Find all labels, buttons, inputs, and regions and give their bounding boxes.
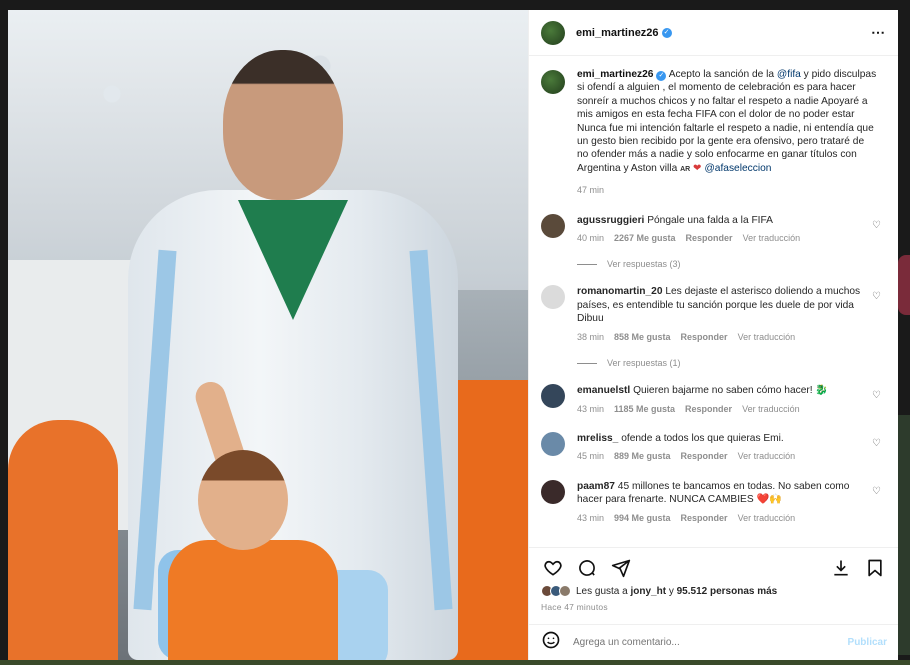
translate-button[interactable]: Ver traducción bbox=[743, 232, 801, 245]
comment-input[interactable] bbox=[573, 637, 833, 648]
post-caption: emi_martinez26 ✓ Acepto la sanción de la … bbox=[541, 68, 887, 198]
post-timestamp: Hace 47 minutos bbox=[541, 602, 608, 612]
likes-middle: y bbox=[666, 585, 677, 597]
send-icon[interactable] bbox=[609, 556, 633, 580]
comment-likes[interactable]: 889 Me gusta bbox=[614, 450, 671, 463]
comment-text: Quieren bajarme no saben cómo hacer! 🐉 bbox=[633, 385, 829, 397]
kid-orange-shirt bbox=[168, 540, 338, 660]
comments-scroll-area[interactable]: emi_martinez26 ✓ Acepto la sanción de la … bbox=[529, 56, 898, 546]
heart-emoji-icon: ❤ bbox=[693, 162, 702, 174]
flag-icon: AR bbox=[680, 165, 691, 173]
comment-time[interactable]: 38 min bbox=[577, 331, 604, 344]
comment-item: romanomartin_20 Les dejaste el asterisco… bbox=[541, 285, 887, 344]
reply-button[interactable]: Responder bbox=[685, 403, 732, 416]
avatar[interactable] bbox=[541, 213, 565, 238]
translate-button[interactable]: Ver traducción bbox=[742, 403, 800, 416]
view-replies-label[interactable]: Ver respuestas (3) bbox=[607, 259, 681, 269]
caption-text: Acepto la sanción de la bbox=[666, 69, 777, 80]
post-header: emi_martinez26 ✓ ⋯ bbox=[529, 10, 898, 56]
comment-username[interactable]: agussruggieri bbox=[577, 215, 644, 226]
action-bar bbox=[529, 547, 898, 587]
reply-button[interactable]: Responder bbox=[681, 512, 728, 525]
caption-timestamp[interactable]: 47 min bbox=[577, 184, 877, 197]
avatar[interactable] bbox=[541, 70, 565, 94]
comment-text: Póngale una falda a la FIFA bbox=[647, 214, 773, 226]
comment-like-icon[interactable]: ♡ bbox=[872, 220, 881, 231]
screenshot-root: emi_martinez26 ✓ ⋯ emi_martinez26 ✓ Acept… bbox=[0, 0, 910, 665]
comment-like-icon[interactable]: ♡ bbox=[872, 390, 881, 401]
download-icon[interactable] bbox=[829, 556, 853, 580]
comment-likes[interactable]: 1185 Me gusta bbox=[614, 403, 675, 416]
comment-text: 45 millones te bancamos en todas. No sab… bbox=[577, 480, 850, 506]
heart-icon[interactable] bbox=[541, 556, 565, 580]
mention-link[interactable]: @fifa bbox=[777, 69, 801, 80]
comment-likes[interactable]: 994 Me gusta bbox=[614, 512, 671, 525]
comment-text: ofende a todos los que quieras Emi. bbox=[621, 432, 784, 444]
publish-button[interactable]: Publicar bbox=[848, 637, 887, 648]
comment-time[interactable]: 43 min bbox=[577, 512, 604, 525]
comment-likes[interactable]: 858 Me gusta bbox=[614, 331, 671, 344]
comment-item: paam87 45 millones te bancamos en todas.… bbox=[541, 479, 887, 525]
kid-head bbox=[198, 450, 288, 550]
comment-time[interactable]: 43 min bbox=[577, 403, 604, 416]
comment-time[interactable]: 40 min bbox=[577, 232, 604, 245]
reply-button[interactable]: Responder bbox=[681, 331, 728, 344]
view-replies-label[interactable]: Ver respuestas (1) bbox=[607, 358, 681, 368]
comment-time[interactable]: 45 min bbox=[577, 450, 604, 463]
comment-username[interactable]: emanuelstl bbox=[577, 385, 630, 396]
comment-icon[interactable] bbox=[575, 556, 599, 580]
comment-like-icon[interactable]: ♡ bbox=[872, 486, 881, 497]
emoji-icon[interactable] bbox=[541, 630, 561, 655]
comment-like-icon[interactable]: ♡ bbox=[872, 291, 881, 302]
avatar[interactable] bbox=[541, 285, 565, 310]
background-kid bbox=[8, 420, 118, 660]
avatar[interactable] bbox=[541, 20, 565, 45]
view-replies[interactable]: Ver respuestas (1) bbox=[577, 358, 887, 368]
comment-username[interactable]: paam87 bbox=[577, 481, 615, 492]
divider bbox=[577, 263, 597, 265]
avatar[interactable] bbox=[541, 479, 565, 504]
avatar[interactable] bbox=[541, 431, 565, 456]
background-edge bbox=[0, 660, 910, 665]
comment-item: mreliss_ ofende a todos los que quieras … bbox=[541, 431, 887, 464]
view-replies[interactable]: Ver respuestas (3) bbox=[577, 259, 887, 269]
translate-button[interactable]: Ver traducción bbox=[738, 331, 796, 344]
waving-kid bbox=[168, 378, 338, 660]
comment-likes[interactable]: 2267 Me gusta bbox=[614, 232, 676, 245]
avatar bbox=[559, 585, 571, 597]
comment-username[interactable]: romanomartin_20 bbox=[577, 286, 663, 297]
verified-icon: ✓ bbox=[661, 27, 672, 38]
mention-link[interactable]: @afaseleccion bbox=[704, 163, 771, 174]
caption-username[interactable]: emi_martinez26 bbox=[577, 69, 653, 80]
comment-like-icon[interactable]: ♡ bbox=[872, 438, 881, 449]
post-photo[interactable] bbox=[8, 10, 528, 660]
translate-button[interactable]: Ver traducción bbox=[738, 450, 796, 463]
likes-count[interactable]: 95.512 personas más bbox=[677, 586, 778, 597]
divider bbox=[577, 362, 597, 364]
comment-item: emanuelstl Quieren bajarme no saben cómo… bbox=[541, 384, 887, 416]
comment-item: agussruggieri Póngale una falda a la FIF… bbox=[541, 213, 887, 246]
verified-icon: ✓ bbox=[656, 71, 667, 81]
comment-username[interactable]: mreliss_ bbox=[577, 433, 618, 444]
post-side-panel: emi_martinez26 ✓ ⋯ emi_martinez26 ✓ Acept… bbox=[528, 10, 898, 660]
likes-prefix: Les gusta a bbox=[576, 585, 631, 597]
avatar[interactable] bbox=[541, 384, 565, 409]
reply-button[interactable]: Responder bbox=[681, 450, 728, 463]
more-options-icon[interactable]: ⋯ bbox=[871, 24, 886, 41]
likes-summary: Les gusta a jony_ht y 95.512 personas má… bbox=[541, 585, 777, 597]
translate-button[interactable]: Ver traducción bbox=[738, 512, 796, 525]
background-edge bbox=[898, 255, 910, 315]
background-edge bbox=[898, 415, 910, 655]
bookmark-icon[interactable] bbox=[863, 556, 887, 580]
author-username[interactable]: emi_martinez26 bbox=[576, 27, 659, 39]
instagram-post-modal: emi_martinez26 ✓ ⋯ emi_martinez26 ✓ Acept… bbox=[8, 10, 898, 660]
reply-button[interactable]: Responder bbox=[686, 232, 733, 245]
player-head bbox=[223, 50, 343, 200]
liker-username[interactable]: jony_ht bbox=[630, 586, 666, 597]
add-comment-bar: Publicar bbox=[529, 624, 898, 660]
